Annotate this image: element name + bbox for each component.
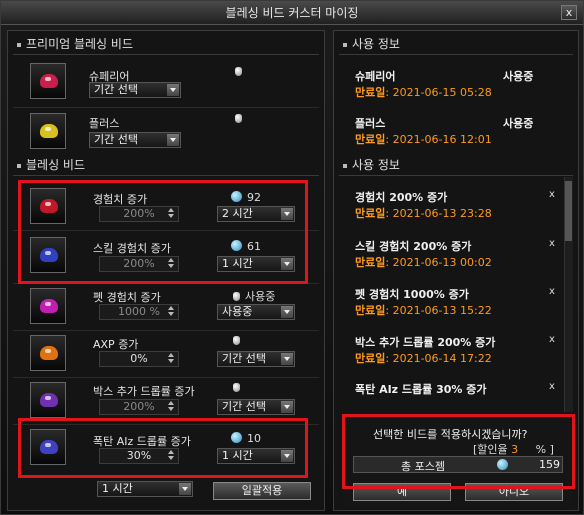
chevron-down-icon[interactable] (281, 353, 293, 365)
axp-bead-icon (30, 335, 66, 371)
info-item-status: 사용중 (503, 117, 534, 130)
forcegem-icon (233, 336, 240, 345)
chevron-down-icon[interactable] (281, 401, 293, 413)
item-name: 플러스 (89, 117, 120, 130)
forcegem-icon (233, 383, 240, 392)
window-titlebar[interactable]: 블레싱 비드 커스터 마이징 x (1, 1, 583, 25)
item-name: AXP 증가 (93, 338, 139, 351)
remove-icon[interactable]: x (549, 381, 555, 392)
blessing-section-header: 블레싱 비드 (15, 156, 85, 174)
bead-info-header: 사용 정보 (341, 156, 400, 174)
premium-info-title: 사용 정보 (352, 37, 400, 51)
premium-row-plus: 플러스 기간 선택 (13, 107, 319, 155)
remove-icon[interactable]: x (549, 334, 555, 345)
remove-icon[interactable]: x (549, 286, 555, 297)
info-item-name: 슈페리어 (355, 70, 396, 83)
forcegem-icon (235, 67, 242, 76)
remove-icon[interactable]: x (549, 189, 555, 200)
info-expiry: 만료일: 2021-06-15 05:28 (355, 86, 492, 99)
cost-label: 사용중 (233, 288, 275, 304)
forcegem-icon (235, 114, 242, 123)
bead-customize-window: 블레싱 비드 커스터 마이징 x 프리미엄 블레싱 비드 슈페리어 기간 선택 … (0, 0, 584, 515)
window-title: 블레싱 비드 커스터 마이징 (225, 6, 359, 20)
info-expiry: 만료일: 2021-06-13 15:22 (355, 304, 492, 317)
bead-row-box-drop: 박스 추가 드롭률 증가 200% 기간 선택 (13, 377, 319, 423)
info-expiry: 만료일: 2021-06-14 17:22 (355, 352, 492, 365)
info-item-name: 경험치 200% 증가 (355, 191, 448, 204)
bead-info-title: 사용 정보 (352, 158, 400, 172)
box-drop-bead-icon (30, 382, 66, 418)
bulk-period-select[interactable]: 1 시간 (97, 481, 193, 497)
info-expiry: 만료일: 2021-06-13 23:28 (355, 207, 492, 220)
bulk-apply-button[interactable]: 일괄적용 (213, 482, 311, 500)
info-item-name: 플러스 (355, 117, 386, 130)
premium-info-header: 사용 정보 (341, 35, 400, 53)
premium-section-title: 프리미엄 블레싱 비드 (26, 37, 133, 51)
item-name: 박스 추가 드롭률 증가 (93, 385, 195, 398)
period-select[interactable]: 기간 선택 (89, 132, 181, 148)
forcegem-icon (233, 292, 240, 301)
bead-row-pet-exp: 펫 경험치 증가 1000 % 사용중 사용중 (13, 283, 319, 329)
percent-stepper[interactable]: 1000 % (99, 304, 179, 320)
period-select[interactable]: 기간 선택 (217, 351, 295, 367)
chevron-down-icon[interactable] (167, 134, 179, 146)
highlight-frame (342, 414, 575, 489)
info-expiry: 만료일: 2021-06-16 12:01 (355, 133, 492, 146)
info-item-name: 폭탄 AIz 드롭률 30% 증가 (355, 383, 487, 396)
plus-bead-icon (30, 113, 66, 149)
chevron-down-icon[interactable] (179, 483, 191, 495)
premium-section-header: 프리미엄 블레싱 비드 (15, 35, 133, 53)
info-item-name: 펫 경험치 1000% 증가 (355, 288, 469, 301)
info-item-status: 사용중 (503, 70, 534, 83)
pet-exp-bead-icon (30, 288, 66, 324)
info-scroll-thumb[interactable] (565, 181, 572, 241)
chevron-down-icon[interactable] (281, 306, 293, 318)
percent-stepper[interactable]: 200% (99, 399, 179, 415)
highlight-frame (18, 418, 308, 478)
close-icon[interactable]: x (561, 5, 577, 20)
info-item-name: 박스 추가 드롭률 200% 증가 (355, 336, 496, 349)
info-item-name: 스킬 경험치 200% 증가 (355, 240, 472, 253)
period-select[interactable]: 기간 선택 (89, 82, 181, 98)
blessing-section-title: 블레싱 비드 (26, 158, 86, 172)
item-name: 펫 경험치 증가 (93, 291, 161, 304)
info-expiry: 만료일: 2021-06-13 00:02 (355, 256, 492, 269)
period-select[interactable]: 기간 선택 (217, 399, 295, 415)
premium-row-superior: 슈페리어 기간 선택 (13, 58, 319, 106)
superior-bead-icon (30, 63, 66, 99)
bead-row-axp: AXP 증가 0% 기간 선택 (13, 330, 319, 376)
period-select[interactable]: 사용중 (217, 304, 295, 320)
percent-stepper[interactable]: 0% (99, 351, 179, 367)
highlight-frame (18, 180, 308, 284)
remove-icon[interactable]: x (549, 238, 555, 249)
chevron-down-icon[interactable] (167, 84, 179, 96)
